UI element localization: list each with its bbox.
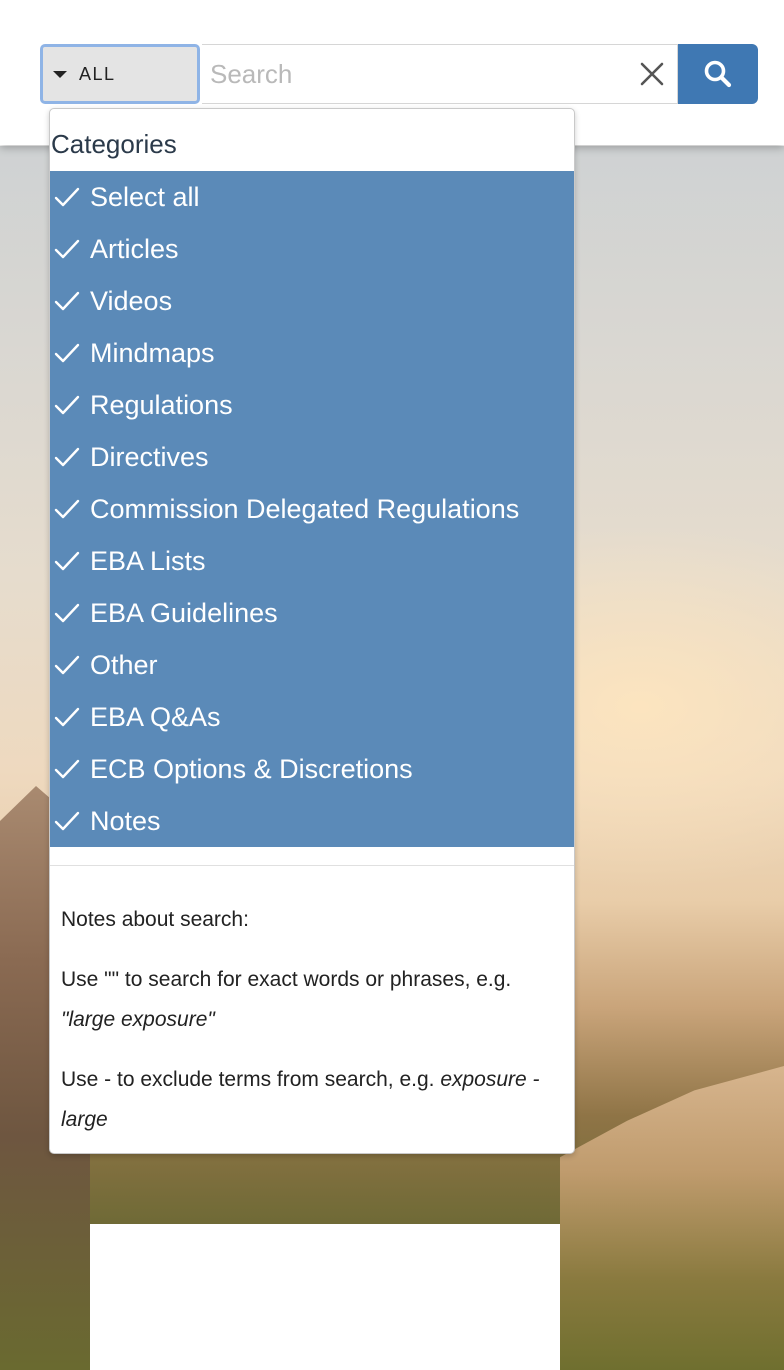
notes-exclude: Use - to exclude terms from search, e.g.… [61,1068,540,1131]
clear-search-button[interactable] [634,56,670,92]
category-option[interactable]: Directives [50,431,574,483]
check-icon [50,602,90,624]
category-dropdown: Categories Select all Articles Videos Mindm… [49,108,575,1154]
category-option[interactable]: Other [50,639,574,691]
check-icon [50,446,90,468]
category-option-label: ECB Options & Discretions [90,753,413,784]
category-option[interactable]: EBA Q&As [50,691,574,743]
category-select[interactable]: ALL [40,44,200,104]
search-notes: Notes about search: Use "" to search for… [50,866,574,1140]
category-option[interactable]: Notes [50,795,574,847]
search-icon [704,60,732,88]
check-icon [50,654,90,676]
check-icon [50,550,90,572]
category-option-label: Commission Delegated Regulations [90,493,520,524]
category-select-label: ALL [79,63,116,84]
notes-exact-example: "large exposure" [61,1008,215,1031]
category-option[interactable]: Videos [50,275,574,327]
category-option-label: EBA Q&As [90,701,221,732]
category-option-label: Videos [90,285,173,316]
notes-title: Notes about search: [61,908,249,931]
check-icon [50,238,90,260]
category-option[interactable]: Regulations [50,379,574,431]
check-icon [50,342,90,364]
category-option-label: Regulations [90,389,233,420]
check-icon [50,498,90,520]
search-button[interactable] [678,44,758,104]
category-option-label: Other [90,649,158,680]
check-icon [50,394,90,416]
check-icon [50,290,90,312]
caret-down-icon [53,70,67,78]
close-icon [640,62,664,86]
category-option[interactable]: EBA Guidelines [50,587,574,639]
category-option-label: EBA Lists [90,545,206,576]
category-option[interactable]: EBA Lists [50,535,574,587]
category-option[interactable]: Mindmaps [50,327,574,379]
category-option[interactable]: Select all [50,171,574,223]
search-input[interactable] [202,44,678,104]
dropdown-heading: Categories [51,129,177,159]
background-hills [560,1066,784,1370]
notes-exact-phrase: Use "" to search for exact words or phra… [61,968,512,1031]
check-icon [50,758,90,780]
category-options-list: Select all Articles Videos Mindmaps Regulati… [50,171,574,847]
category-option-label: EBA Guidelines [90,597,278,628]
category-option-label: Select all [90,181,200,212]
category-option-label: Articles [90,233,179,264]
category-option-label: Directives [90,441,209,472]
category-option[interactable]: Articles [50,223,574,275]
category-option[interactable]: Commission Delegated Regulations [50,483,574,535]
category-option-label: Notes [90,805,161,836]
check-icon [50,706,90,728]
category-option[interactable]: ECB Options & Discretions [50,743,574,795]
category-option-label: Mindmaps [90,337,215,368]
check-icon [50,810,90,832]
check-icon [50,186,90,208]
